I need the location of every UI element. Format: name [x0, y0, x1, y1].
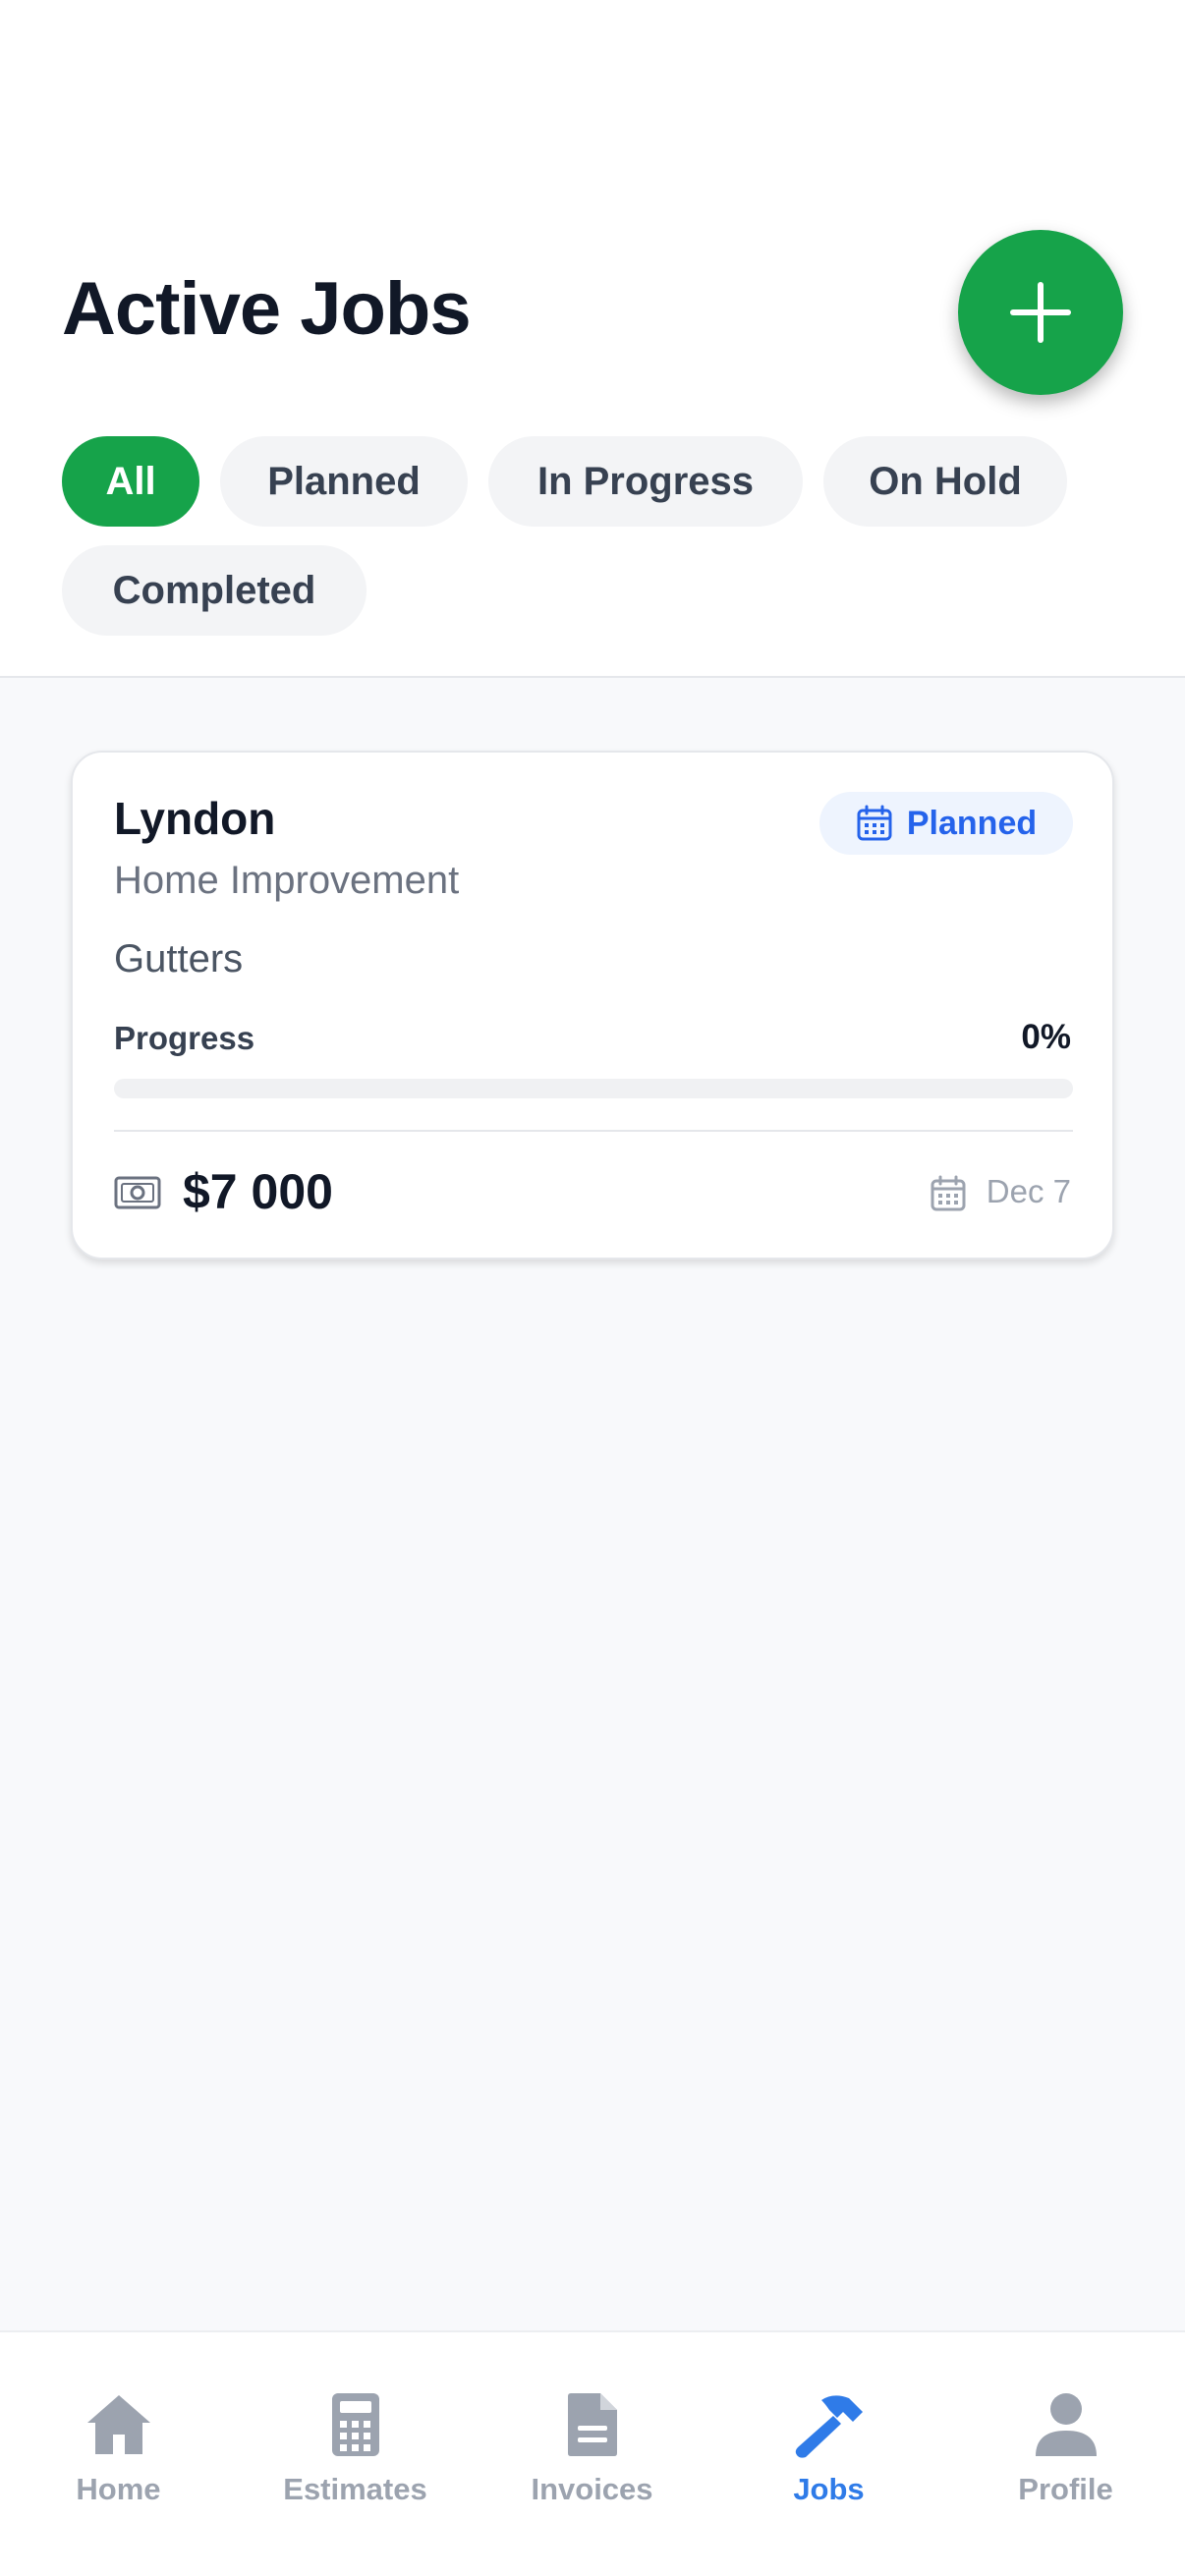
- filter-chip-in-progress[interactable]: In Progress: [488, 436, 803, 527]
- job-client-name: Lyndon: [114, 793, 276, 844]
- job-category: Home Improvement: [114, 859, 460, 902]
- card-divider: [114, 1130, 1073, 1132]
- bottom-tab-bar: Home Estimates Invoices Jobs Profile: [0, 2330, 1185, 2576]
- tab-label-estimates: Estimates: [283, 2472, 427, 2506]
- tab-invoices[interactable]: Invoices: [474, 2332, 710, 2576]
- job-date: Dec 7: [986, 1173, 1071, 1209]
- tab-jobs[interactable]: Jobs: [710, 2332, 947, 2576]
- home-icon: [86, 2395, 150, 2454]
- filter-chip-completed[interactable]: Completed: [62, 545, 367, 636]
- filter-chip-all[interactable]: All: [62, 436, 199, 527]
- tab-estimates[interactable]: Estimates: [237, 2332, 474, 2576]
- money-icon: [114, 1176, 161, 1209]
- add-job-button[interactable]: [958, 230, 1123, 395]
- tab-label-invoices: Invoices: [531, 2472, 653, 2506]
- person-icon: [1035, 2393, 1097, 2456]
- calendar-icon: [931, 1175, 966, 1211]
- tab-profile[interactable]: Profile: [947, 2332, 1184, 2576]
- job-card[interactable]: Lyndon Home Improvement Gutters Planned …: [71, 751, 1114, 1260]
- job-amount: $7 000: [183, 1164, 333, 1219]
- status-badge: Planned: [819, 792, 1073, 855]
- job-description: Gutters: [114, 937, 244, 980]
- document-icon: [567, 2393, 617, 2456]
- progress-value: 0%: [1021, 1018, 1071, 1056]
- tab-label-jobs: Jobs: [793, 2472, 865, 2506]
- progress-label: Progress: [114, 1020, 255, 1056]
- filter-chip-on-hold[interactable]: On Hold: [823, 436, 1067, 527]
- tab-label-profile: Profile: [1018, 2472, 1113, 2506]
- status-label: Planned: [906, 804, 1038, 842]
- calculator-icon: [331, 2393, 379, 2456]
- tab-label-home: Home: [76, 2472, 161, 2506]
- progress-bar: [114, 1079, 1073, 1098]
- header: Active Jobs All Planned In Progress On H…: [0, 0, 1185, 678]
- page-title: Active Jobs: [62, 267, 472, 351]
- filter-chip-planned[interactable]: Planned: [220, 436, 468, 527]
- hammer-icon: [795, 2395, 863, 2458]
- plus-icon: [1010, 282, 1071, 343]
- tab-home[interactable]: Home: [0, 2332, 237, 2576]
- calendar-icon: [857, 805, 892, 841]
